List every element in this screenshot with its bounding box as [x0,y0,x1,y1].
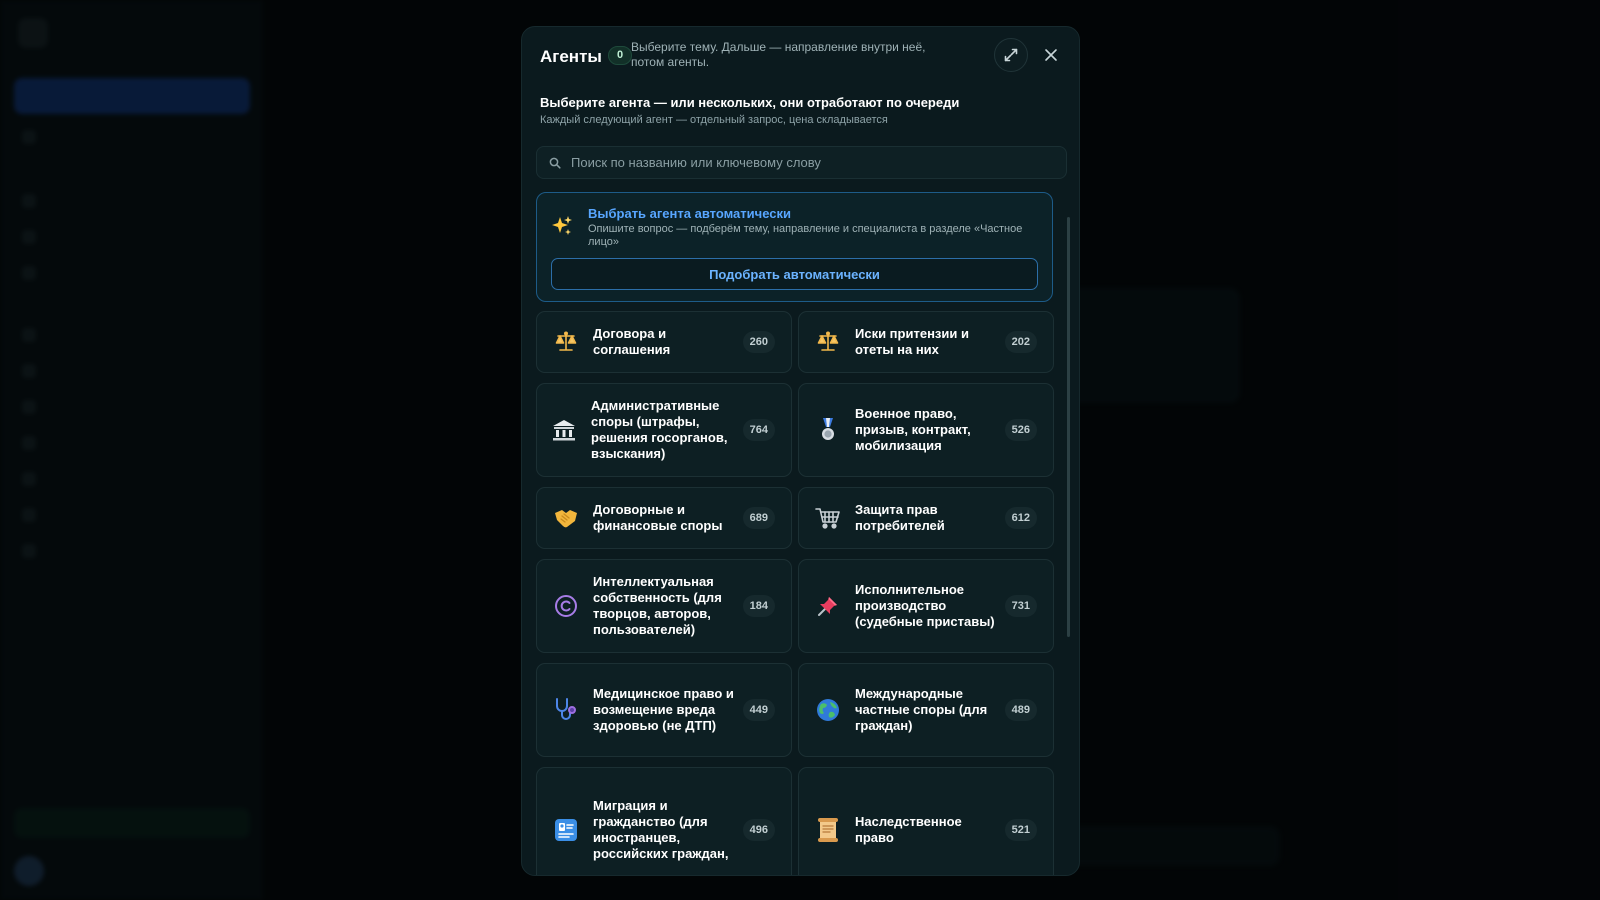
category-label: Защита прав потребителей [855,502,945,533]
sparkles-icon [551,215,573,243]
scroll-icon [815,817,841,843]
category-count: 526 [1004,419,1037,441]
expand-button[interactable] [994,38,1028,72]
passport-control-icon [553,817,579,843]
category-card[interactable]: Исполнительное производство (судебные пр… [798,559,1054,653]
pushpin-icon [815,593,841,619]
agents-scroll-area[interactable]: Выбрать агента автоматически Опишите воп… [522,187,1079,875]
category-label: Договорные и финансовые споры [593,502,723,533]
category-card[interactable]: Административные споры (штрафы, решения … [536,383,792,477]
modal-header: Агенты 0 Выберите тему. Дальше — направл… [522,27,1079,91]
category-label: Военное право, призыв, контракт, мобилиз… [855,406,971,453]
scales-icon [553,329,579,355]
copyright-icon [553,593,579,619]
category-label: Медицинское право и возмещение вреда здо… [593,686,734,733]
section-title: Выберите агента — или нескольких, они от… [540,95,960,110]
category-card[interactable]: Договорные и финансовые споры 689 [536,487,792,549]
search-icon [549,157,561,169]
shopping-cart-icon [815,505,841,531]
expand-icon [1004,48,1018,62]
section-subtitle: Каждый следующий агент — отдельный запро… [540,114,888,126]
category-label: Исполнительное производство (судебные пр… [855,582,995,629]
globe-icon [815,697,841,723]
category-label: Договора и соглашения [593,326,671,357]
auto-select-button[interactable]: Подобрать автоматически [551,258,1038,290]
auto-select-description: Опишите вопрос — подберём тему, направле… [588,223,1023,248]
category-card[interactable]: Международные частные споры (для граждан… [798,663,1054,757]
classical-building-icon [551,417,577,443]
category-card[interactable]: Миграция и гражданство (для иностранцев,… [536,767,792,875]
category-card[interactable]: Иски притензии и отеты на них 202 [798,311,1054,373]
category-count: 184 [742,595,775,617]
close-icon [1045,49,1057,61]
category-count: 521 [1004,819,1037,841]
selected-count-badge: 0 [608,46,632,65]
category-count: 260 [742,331,775,353]
category-card[interactable]: Защита прав потребителей 612 [798,487,1054,549]
category-count: 496 [742,819,775,841]
category-label: Международные частные споры (для граждан… [855,686,988,733]
search-input[interactable] [571,155,1066,170]
handshake-icon [553,505,579,531]
category-card[interactable]: Наследственное право 521 [798,767,1054,875]
agents-modal: Агенты 0 Выберите тему. Дальше — направл… [521,26,1080,876]
category-count: 764 [742,419,775,441]
category-label: Административные споры (штрафы, решения … [591,398,728,461]
category-count: 489 [1004,699,1037,721]
search-box [536,146,1067,179]
auto-select-title: Выбрать агента автоматически [588,206,791,221]
category-card[interactable]: Военное право, призыв, контракт, мобилиз… [798,383,1054,477]
scrollbar-thumb[interactable] [1067,217,1070,637]
close-button[interactable] [1034,38,1068,72]
category-label: Иски притензии и отеты на них [855,326,969,357]
modal-title: Агенты [540,47,602,66]
auto-select-card: Выбрать агента автоматически Опишите воп… [536,192,1053,302]
category-count: 449 [742,699,775,721]
category-label: Наследственное право [855,814,962,845]
military-medal-icon [815,417,841,443]
category-card[interactable]: Медицинское право и возмещение вреда здо… [536,663,792,757]
category-count: 689 [742,507,775,529]
category-label: Миграция и гражданство (для иностранцев,… [593,798,729,861]
scales-icon [815,329,841,355]
category-count: 612 [1004,507,1037,529]
category-count: 731 [1004,595,1037,617]
category-card[interactable]: Интеллектуальная собственность (для твор… [536,559,792,653]
category-label: Интеллектуальная собственность (для твор… [593,574,722,637]
category-card[interactable]: Договора и соглашения 260 [536,311,792,373]
header-hint: Выберите тему. Дальше — направление внут… [631,40,926,69]
stethoscope-icon [553,697,579,723]
category-count: 202 [1004,331,1037,353]
